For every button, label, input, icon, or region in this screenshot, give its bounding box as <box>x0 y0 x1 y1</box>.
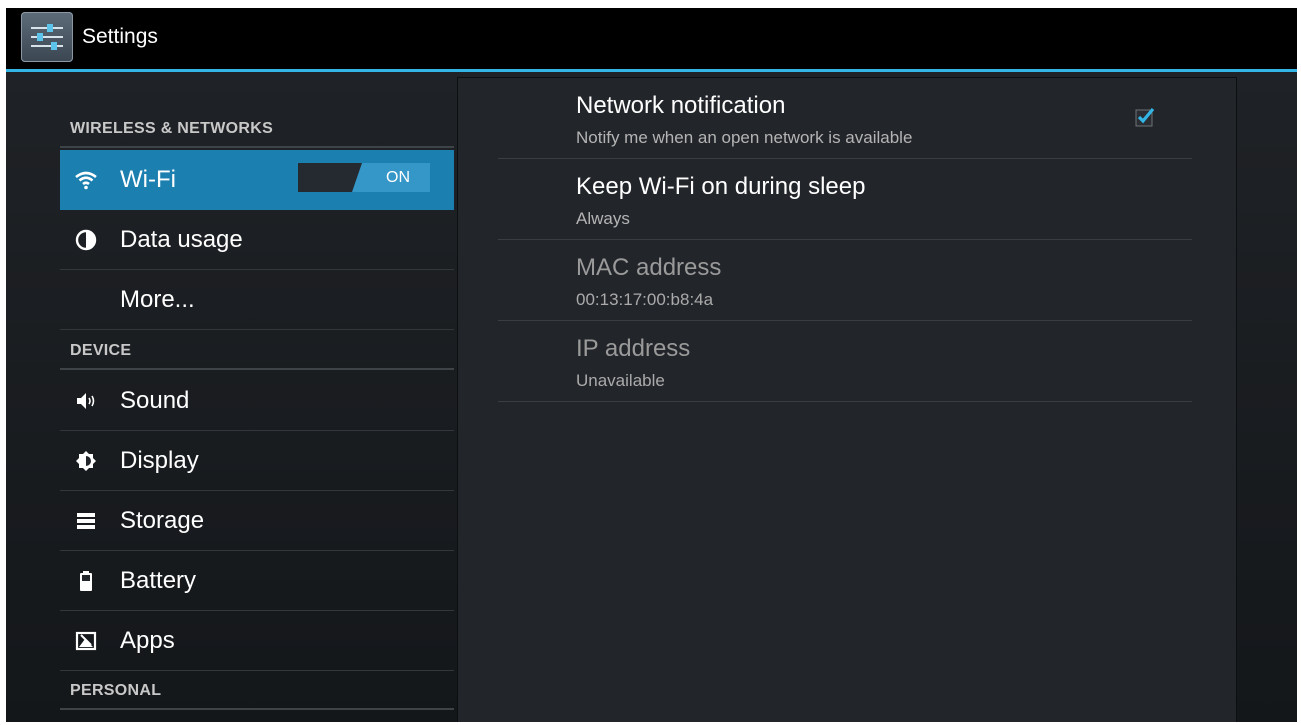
pref-mac-address: MAC address 00:13:17:00:b8:4a <box>498 240 1192 321</box>
nav-item-label: Display <box>120 446 199 474</box>
pref-summary: Always <box>576 209 630 228</box>
nav-item-label: Sound <box>120 386 190 414</box>
nav-item-label: Apps <box>120 626 175 654</box>
pref-network-notification[interactable]: Network notification Notify me when an o… <box>498 78 1192 159</box>
settings-body: WIRELESS & NETWORKS Wi-Fi ON Data usage … <box>6 72 1297 722</box>
data-usage-icon <box>74 228 98 252</box>
wifi-detail-panel: Network notification Notify me when an o… <box>458 78 1236 722</box>
nav-item-sound[interactable]: Sound <box>60 371 454 431</box>
nav-item-more[interactable]: More... <box>60 270 454 330</box>
nav-item-wifi[interactable]: Wi-Fi ON <box>60 150 454 210</box>
pref-title: Network notification <box>576 92 786 119</box>
nav-item-label: Wi-Fi <box>120 165 176 193</box>
nav-item-battery[interactable]: Battery <box>60 551 454 611</box>
pref-title: Keep Wi-Fi on during sleep <box>576 173 866 200</box>
nav-item-display[interactable]: Display <box>60 431 454 491</box>
action-bar: Settings <box>6 8 1297 69</box>
display-icon <box>74 449 98 473</box>
pref-keep-wifi-on[interactable]: Keep Wi-Fi on during sleep Always <box>498 159 1192 240</box>
nav-item-label: Data usage <box>120 225 243 253</box>
section-header-label: DEVICE <box>70 342 132 359</box>
pref-summary: Notify me when an open network is availa… <box>576 128 913 147</box>
section-header-label: WIRELESS & NETWORKS <box>70 120 274 137</box>
pref-ip-address: IP address Unavailable <box>498 321 1192 402</box>
settings-sliders-icon[interactable] <box>21 12 73 62</box>
nav-item-data-usage[interactable]: Data usage <box>60 210 454 270</box>
nav-item-apps[interactable]: Apps <box>60 611 454 671</box>
battery-icon <box>74 569 98 593</box>
settings-screen: Settings WIRELESS & NETWORKS Wi-Fi ON Da… <box>6 8 1297 722</box>
wifi-toggle-switch[interactable]: ON <box>298 163 430 192</box>
pref-summary: Unavailable <box>576 371 665 390</box>
wifi-icon <box>74 168 98 192</box>
settings-nav: WIRELESS & NETWORKS Wi-Fi ON Data usage … <box>60 72 454 722</box>
storage-icon <box>74 509 98 533</box>
app-title: Settings <box>82 25 158 48</box>
pref-summary: 00:13:17:00:b8:4a <box>576 290 714 309</box>
section-header-label: PERSONAL <box>70 682 162 699</box>
nav-item-label: More... <box>120 285 195 313</box>
sound-icon <box>74 389 98 413</box>
section-header-wireless: WIRELESS & NETWORKS <box>60 116 454 148</box>
nav-item-label: Battery <box>120 566 197 594</box>
network-notification-checkbox[interactable] <box>1134 106 1156 128</box>
nav-item-storage[interactable]: Storage <box>60 491 454 551</box>
pref-title: IP address <box>576 335 691 362</box>
toggle-state-label: ON <box>386 169 410 186</box>
section-header-device: DEVICE <box>60 338 454 370</box>
apps-icon <box>74 629 98 653</box>
nav-item-label: Storage <box>120 506 205 534</box>
pref-title: MAC address <box>576 254 722 281</box>
section-header-personal: PERSONAL <box>60 678 454 710</box>
